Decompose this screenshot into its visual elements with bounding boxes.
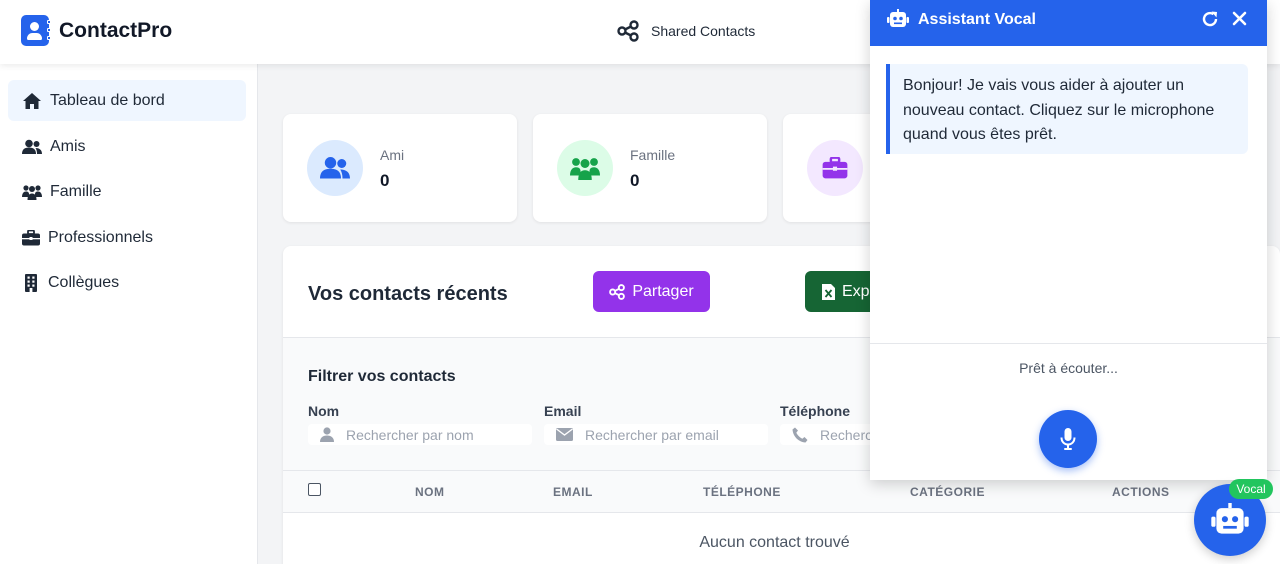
family-icon	[22, 184, 42, 200]
app-logo[interactable]: ContactPro	[21, 15, 172, 46]
sidebar-item-label: Professionnels	[48, 228, 153, 246]
users-icon	[320, 157, 350, 179]
phone-search-placeholder: Recherc	[820, 426, 873, 443]
excel-file-icon	[822, 283, 835, 300]
sidebar-item-friends[interactable]: Amis	[8, 126, 246, 167]
close-icon[interactable]	[1232, 11, 1247, 26]
robot-icon	[1211, 503, 1249, 534]
microphone-icon	[1060, 428, 1076, 450]
empty-state-message: Aucun contact trouvé	[699, 534, 850, 551]
user-icon	[320, 427, 334, 442]
filter-label-email: Email	[544, 403, 582, 419]
stat-icon-circle	[807, 140, 863, 196]
sidebar-item-label: Amis	[50, 137, 86, 155]
name-search-input[interactable]: Rechercher par nom	[308, 424, 532, 445]
assistant-header: Assistant Vocal	[870, 0, 1267, 46]
app-name: ContactPro	[59, 18, 173, 42]
contact-book-icon	[21, 15, 51, 46]
stat-icon-circle	[307, 140, 363, 196]
export-button-label: Exp	[842, 282, 870, 300]
voice-assistant-panel: Assistant Vocal Bonjour! Je vais vous ai…	[870, 0, 1267, 480]
vocal-badge: Vocal	[1229, 479, 1273, 499]
stat-label: Famille	[630, 147, 676, 163]
sidebar-item-professionals[interactable]: Professionnels	[8, 217, 246, 258]
email-search-input[interactable]: Rechercher par email	[544, 424, 768, 445]
recent-contacts-title: Vos contacts récents	[308, 283, 508, 305]
stat-card-family: Famille 0	[533, 114, 767, 222]
name-search-placeholder: Rechercher par nom	[346, 426, 474, 443]
email-search-placeholder: Rechercher par email	[585, 426, 719, 443]
column-header-name[interactable]: NOM	[415, 485, 445, 499]
share-icon	[617, 20, 639, 42]
column-header-email[interactable]: EMAIL	[553, 485, 593, 499]
stat-label: Ami	[380, 147, 405, 163]
stat-icon-circle	[557, 140, 613, 196]
building-icon	[25, 273, 37, 292]
share-button[interactable]: Partager	[593, 271, 710, 312]
family-icon	[570, 158, 600, 180]
briefcase-icon	[822, 157, 848, 179]
envelope-icon	[556, 428, 573, 441]
stat-value: 0	[380, 171, 390, 190]
sidebar-item-label: Collègues	[48, 273, 120, 291]
shared-contacts-label: Shared Contacts	[651, 23, 756, 39]
shared-contacts-link[interactable]: Shared Contacts	[617, 20, 755, 42]
sidebar-item-dashboard[interactable]: Tableau de bord	[8, 80, 246, 121]
sidebar-item-family[interactable]: Famille	[8, 171, 246, 212]
users-icon	[22, 139, 42, 154]
sidebar-item-colleagues[interactable]: Collègues	[8, 262, 246, 303]
stat-value: 0	[630, 171, 640, 190]
microphone-button[interactable]	[1039, 410, 1097, 468]
listening-status: Prêt à écouter...	[1019, 360, 1118, 376]
phone-icon	[792, 427, 808, 442]
home-icon	[23, 92, 41, 109]
select-all-checkbox[interactable]	[308, 483, 321, 496]
refresh-icon[interactable]	[1201, 10, 1219, 28]
filter-title: Filtrer vos contacts	[308, 368, 456, 385]
divider	[870, 343, 1267, 344]
filter-label-phone: Téléphone	[780, 403, 851, 419]
briefcase-icon	[22, 229, 40, 245]
share-icon	[609, 283, 626, 300]
stat-card-friends: Ami 0	[283, 114, 517, 222]
robot-icon	[887, 9, 909, 27]
sidebar: Tableau de bord Amis Famille Professionn…	[0, 64, 258, 564]
column-header-category[interactable]: CATÉGORIE	[910, 485, 985, 499]
column-header-actions: ACTIONS	[1112, 485, 1170, 499]
column-header-phone[interactable]: TÉLÉPHONE	[703, 485, 781, 499]
sidebar-item-label: Famille	[50, 182, 102, 200]
sidebar-item-label: Tableau de bord	[50, 91, 165, 109]
share-button-label: Partager	[632, 282, 694, 300]
assistant-message: Bonjour! Je vais vous aider à ajouter un…	[886, 64, 1248, 154]
assistant-title: Assistant Vocal	[918, 11, 1036, 28]
filter-label-name: Nom	[308, 403, 340, 419]
